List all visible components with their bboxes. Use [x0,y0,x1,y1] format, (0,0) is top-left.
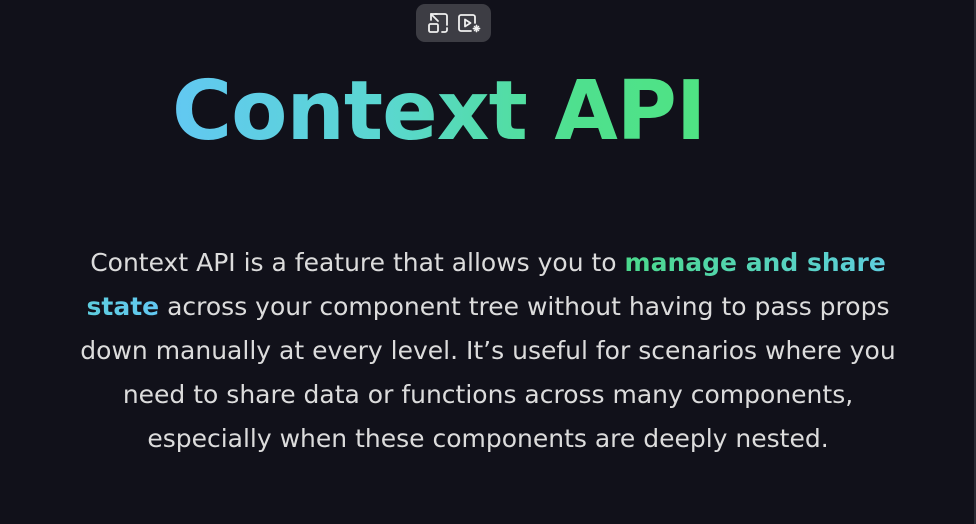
picture-in-picture-exit-icon [427,13,448,33]
video-effects-icon [458,14,481,33]
description-text-start: Context API is a feature that allows you… [90,248,625,277]
video-overlay-toolbar [416,4,491,42]
description-text-end: across your component tree without havin… [80,292,896,453]
slide-description: Context API is a feature that allows you… [60,241,916,461]
slide-title: Context API [172,62,706,162]
exit-pip-button[interactable] [424,9,452,37]
video-effects-button[interactable] [455,9,483,37]
